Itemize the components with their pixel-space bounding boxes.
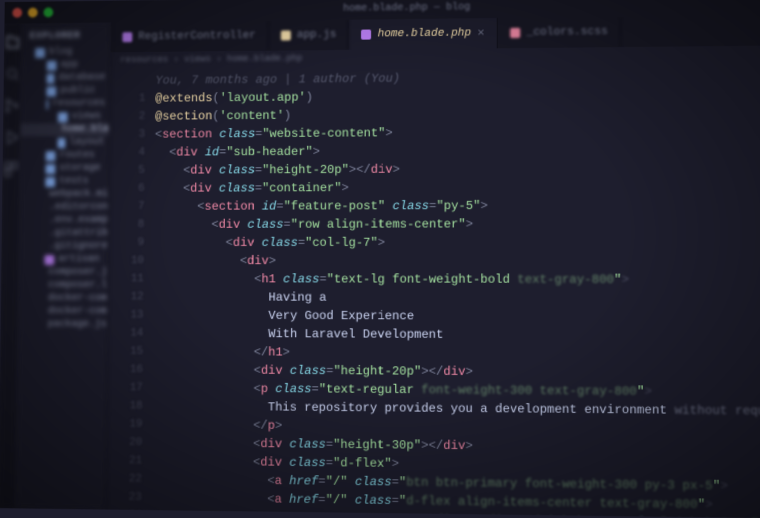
file-icon — [361, 29, 371, 39]
folder-icon — [46, 151, 56, 161]
file-icon — [122, 32, 132, 42]
tree-item[interactable]: webpack.mix.js — [20, 188, 108, 201]
tab-label: home.blade.php — [378, 27, 472, 40]
tree-item-label: .gitignore — [48, 241, 107, 252]
tree-item[interactable]: composer.lock — [19, 279, 108, 292]
tree-item-label: routes — [59, 150, 94, 161]
tree-item-label: package.json — [48, 319, 111, 330]
tree-item[interactable]: resources — [21, 97, 109, 111]
line-number-gutter: 1234567891011121314151617181920212223242… — [106, 68, 156, 510]
folder-icon — [46, 99, 48, 109]
tab-label: RegisterController — [138, 30, 256, 43]
tree-item-label: composer.lock — [48, 280, 111, 291]
folder-icon — [45, 177, 55, 187]
tree-item[interactable]: app — [21, 58, 109, 72]
code-line[interactable]: Very Good Experience — [153, 306, 760, 326]
tree-item[interactable]: tests — [20, 175, 108, 188]
tab-label: _colors.scss — [526, 26, 607, 39]
close-icon[interactable]: × — [477, 26, 484, 40]
tree-item-label: docker-compose.production.yml — [48, 293, 111, 304]
tree-item[interactable]: storage — [20, 162, 108, 175]
tab-registercontroller[interactable]: RegisterController — [111, 21, 269, 53]
code-line[interactable]: <div class="container"> — [154, 177, 760, 197]
tree-item-label: webpack.mix.js — [49, 189, 111, 200]
file-icon — [510, 28, 520, 38]
tab-app-js[interactable]: app.js — [269, 20, 350, 51]
tree-item-label: database — [58, 72, 105, 83]
tree-item-label: composer.json — [48, 267, 111, 278]
zoom-window-icon[interactable] — [43, 7, 53, 17]
tree-item[interactable]: layout — [20, 136, 108, 149]
code-content[interactable]: You, 7 months ago | 1 author (You)@exten… — [152, 62, 760, 518]
code-editor[interactable]: 1234567891011121314151617181920212223242… — [106, 62, 760, 518]
folder-icon — [58, 112, 68, 122]
tree-item[interactable]: database — [21, 71, 109, 85]
code-line[interactable]: <div> — [154, 252, 760, 271]
tree-item[interactable]: .gitattributes — [19, 227, 107, 240]
tree-item[interactable]: home.blade.php — [21, 123, 109, 136]
extensions-icon[interactable] — [2, 160, 20, 178]
folder-icon — [46, 86, 56, 96]
tree-item[interactable]: package.json — [18, 318, 107, 331]
tree-item-label: app — [60, 60, 78, 71]
code-line[interactable]: <div class="height-20p"></div> — [155, 159, 760, 180]
folder-icon — [45, 164, 55, 174]
folder-icon — [35, 48, 45, 58]
tree-item-label: resources — [52, 98, 105, 109]
code-line[interactable]: <div class="col-lg-7"> — [154, 233, 760, 252]
sidebar-header: EXPLORER — [22, 26, 110, 46]
tree-item-label: .env.example — [49, 215, 111, 226]
tree-item-label: public — [60, 85, 95, 96]
debug-icon[interactable] — [3, 129, 21, 147]
tree-item[interactable]: docker-compose.yml — [18, 305, 107, 318]
tree-item[interactable]: artisan — [19, 253, 108, 266]
php-icon — [44, 255, 54, 265]
tree-item[interactable]: docker-compose.production.yml — [18, 292, 107, 305]
tree-item[interactable]: public — [21, 84, 109, 98]
tree-item[interactable]: .env.example — [19, 214, 107, 227]
folder-icon — [47, 73, 55, 83]
close-window-icon[interactable] — [12, 8, 22, 18]
traffic-lights[interactable] — [12, 7, 53, 17]
tree-item[interactable]: views — [21, 110, 109, 124]
tree-item-label: layout — [69, 137, 104, 148]
tree-item-label: .editorconfig — [49, 202, 111, 213]
tree-item-label: docker-compose.yml — [48, 306, 111, 317]
explorer-icon[interactable] — [4, 33, 22, 51]
tree-item-label: storage — [59, 163, 100, 174]
window-title: home.blade.php — blog — [63, 0, 760, 18]
tree-item[interactable]: .editorconfig — [20, 201, 108, 214]
tree-item[interactable]: composer.json — [19, 266, 108, 279]
tree-item-label: home.blade.php — [62, 124, 111, 135]
search-icon[interactable] — [4, 65, 22, 83]
explorer-sidebar[interactable]: EXPLORER blog appdatabase public resources v… — [16, 22, 111, 509]
folder-icon — [47, 60, 57, 70]
tab-label: app.js — [297, 29, 337, 41]
code-line[interactable]: <h1 class="text-lg font-weight-bold text… — [154, 270, 760, 289]
tree-item-label: views — [72, 111, 102, 122]
source-control-icon[interactable] — [3, 97, 21, 115]
folder-icon — [58, 138, 66, 148]
tree-item[interactable]: routes — [20, 149, 108, 162]
tab-home-blade-php[interactable]: home.blade.php × — [349, 18, 498, 50]
tree-item[interactable]: blog — [22, 45, 110, 59]
tree-item-label: .gitattributes — [49, 228, 111, 239]
code-line[interactable]: Having a — [153, 288, 760, 308]
tab--colors-scss[interactable]: _colors.scss — [498, 17, 621, 49]
tree-item-label: tests — [59, 176, 89, 187]
minimize-window-icon[interactable] — [28, 8, 38, 18]
tree-item-label: artisan — [58, 254, 99, 265]
code-line[interactable]: <div class="row align-items-center"> — [154, 215, 760, 234]
code-line[interactable]: <section id="feature-post" class="py-5"> — [154, 196, 760, 216]
tree-item[interactable]: .gitignore — [19, 240, 108, 253]
tree-item-label: blog — [49, 47, 73, 58]
file-icon — [281, 30, 291, 40]
